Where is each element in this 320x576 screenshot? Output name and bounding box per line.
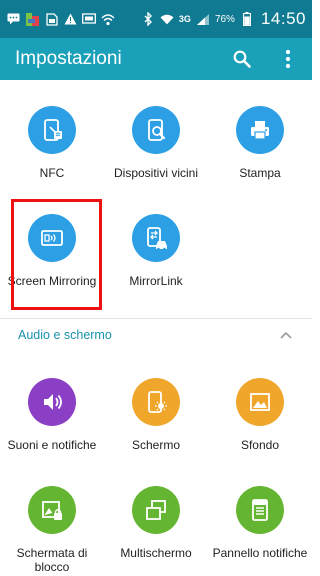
multiwindow-icon bbox=[132, 486, 180, 534]
setting-label: Schermo bbox=[131, 438, 181, 452]
alert-icon bbox=[63, 12, 77, 26]
page-title: Impostazioni bbox=[15, 48, 122, 69]
search-icon bbox=[233, 50, 251, 68]
nfc-icon bbox=[28, 106, 76, 154]
collapse-section-button[interactable] bbox=[278, 327, 294, 343]
setting-label: Pannello notifiche bbox=[212, 546, 308, 560]
more-vert-icon bbox=[285, 49, 291, 69]
nearby-devices-icon bbox=[132, 106, 180, 154]
network-type: 3G bbox=[178, 14, 191, 24]
setting-display[interactable]: Schermo bbox=[104, 360, 208, 468]
setting-label: Stampa bbox=[239, 166, 281, 180]
clock: 14:50 bbox=[260, 9, 306, 28]
display-brightness-icon bbox=[132, 378, 180, 426]
printer-icon bbox=[236, 106, 284, 154]
search-button[interactable] bbox=[232, 47, 252, 71]
status-bar: 3G 76% 14:50 bbox=[0, 0, 312, 38]
battery-percent: 76% bbox=[214, 13, 235, 25]
wallpaper-icon bbox=[236, 378, 284, 426]
battery-icon bbox=[240, 12, 254, 26]
sim-icon bbox=[44, 12, 58, 26]
bluetooth-icon bbox=[141, 12, 155, 26]
setting-label: NFC bbox=[39, 166, 65, 180]
app-icon bbox=[25, 12, 39, 26]
wifi-icon bbox=[160, 12, 174, 26]
section-header-audio-display[interactable]: Audio e schermo bbox=[0, 318, 312, 350]
volume-icon bbox=[28, 378, 76, 426]
app-bar-actions bbox=[232, 47, 298, 71]
message-icon bbox=[6, 12, 20, 26]
wifi-call-icon bbox=[101, 12, 115, 26]
lockscreen-icon bbox=[28, 486, 76, 534]
setting-mirrorlink[interactable]: MirrorLink bbox=[104, 196, 208, 304]
status-notification-icons bbox=[6, 12, 115, 26]
setting-notification-panel[interactable]: Pannello notifiche bbox=[208, 468, 312, 576]
highlight-box bbox=[11, 199, 102, 310]
notification-panel-icon bbox=[236, 486, 284, 534]
setting-sounds-notifications[interactable]: Suoni e notifiche bbox=[0, 360, 104, 468]
more-options-button[interactable] bbox=[278, 47, 298, 71]
setting-label: Multischermo bbox=[120, 546, 192, 560]
section-title: Audio e schermo bbox=[18, 327, 112, 342]
setting-label: Dispositivi vicini bbox=[113, 166, 199, 180]
status-system-icons: 3G 76% 14:50 bbox=[141, 9, 306, 29]
audio-display-grid: Suoni e notifiche Schermo Sfondo Scherma… bbox=[0, 360, 312, 576]
screen-icon bbox=[82, 12, 96, 26]
setting-label: Schermata di blocco bbox=[16, 546, 88, 574]
mirrorlink-icon bbox=[132, 214, 180, 262]
setting-nearby-devices[interactable]: Dispositivi vicini bbox=[104, 88, 208, 196]
setting-label: MirrorLink bbox=[129, 274, 183, 288]
setting-multiwindow[interactable]: Multischermo bbox=[104, 468, 208, 576]
app-bar: Impostazioni bbox=[0, 38, 312, 80]
chevron-up-icon bbox=[280, 331, 292, 339]
setting-wallpaper[interactable]: Sfondo bbox=[208, 360, 312, 468]
setting-print[interactable]: Stampa bbox=[208, 88, 312, 196]
setting-label: Sfondo bbox=[240, 438, 280, 452]
setting-label: Suoni e notifiche bbox=[7, 438, 97, 452]
setting-lockscreen[interactable]: Schermata di blocco bbox=[0, 468, 104, 576]
signal-icon bbox=[196, 12, 210, 26]
setting-nfc[interactable]: NFC bbox=[0, 88, 104, 196]
